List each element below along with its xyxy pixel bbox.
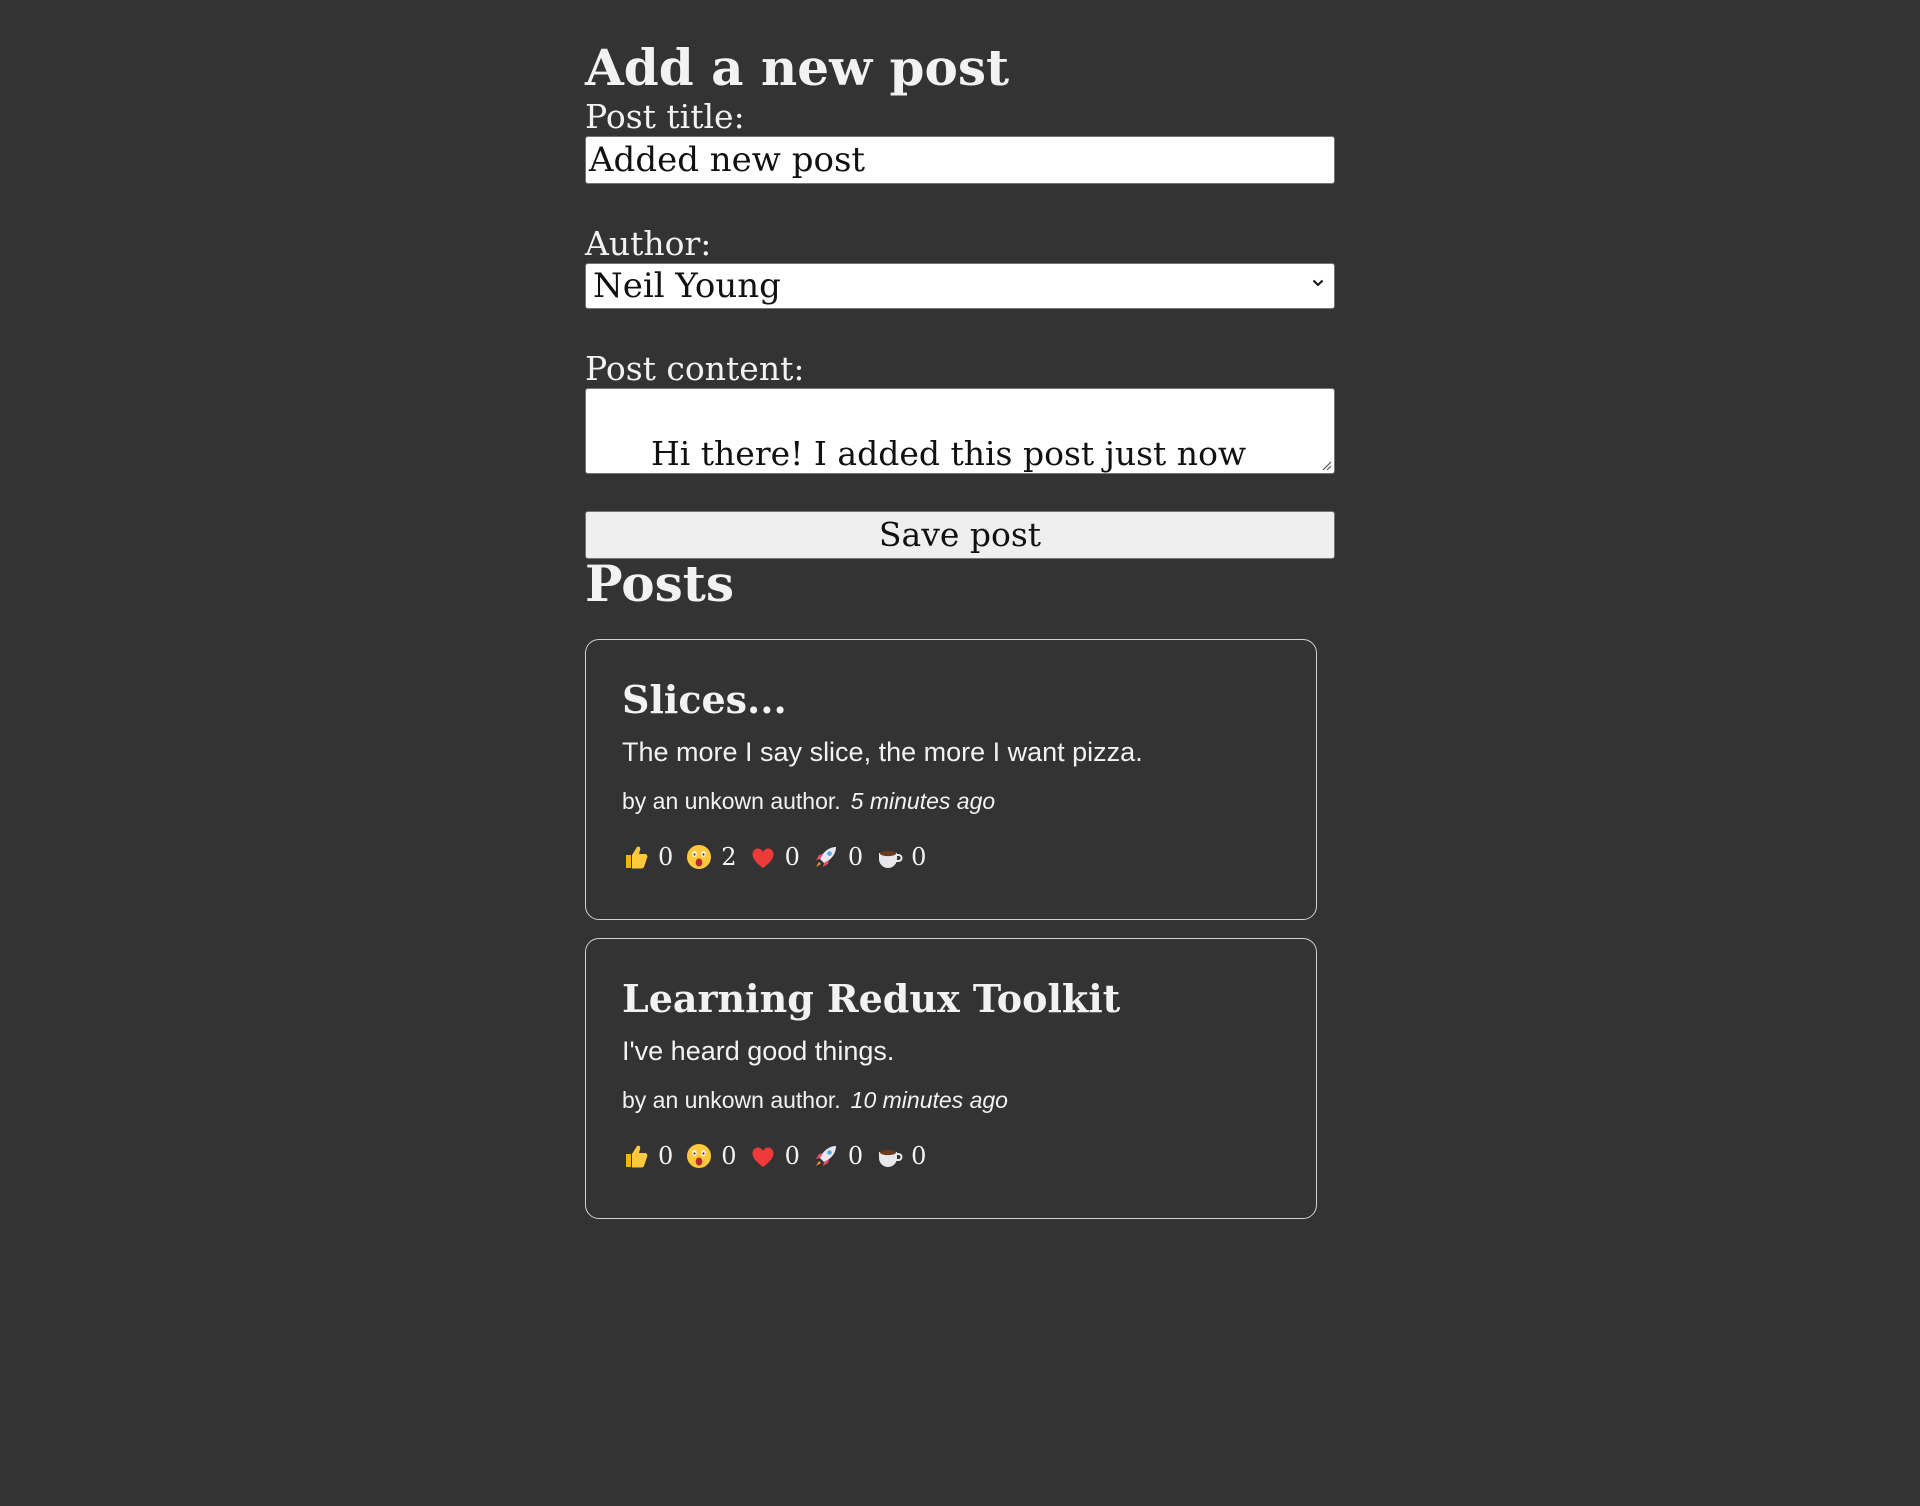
reaction-buttons: 0 2 0 0 0 xyxy=(622,841,1280,873)
reaction-coffee-button[interactable]: 0 xyxy=(875,1142,926,1170)
post-content-label: Post content: xyxy=(585,349,805,388)
resize-grip-icon[interactable] xyxy=(1320,459,1332,471)
reaction-thumbs-up-button[interactable]: 0 xyxy=(622,1142,673,1170)
reaction-count: 0 xyxy=(721,1142,737,1170)
wow-face-icon xyxy=(687,1144,712,1168)
author-label: Author: xyxy=(585,224,712,263)
add-post-form: Add a new post Post title: Added new pos… xyxy=(585,0,1335,559)
rocket-icon xyxy=(815,847,836,867)
post-meta: by an unkown author. 10 minutes ago xyxy=(622,1086,1280,1114)
post-author: by an unkown author. xyxy=(622,1087,841,1113)
post-title: Slices... xyxy=(622,677,787,722)
posts-heading: Posts xyxy=(585,554,734,613)
reaction-wow-button[interactable]: 0 xyxy=(685,1142,737,1170)
post-card: Slices... The more I say slice, the more… xyxy=(585,639,1317,920)
reaction-wow-button[interactable]: 2 xyxy=(685,843,737,871)
reaction-count: 0 xyxy=(784,1142,800,1170)
post-title-input[interactable]: Added new post xyxy=(585,136,1335,184)
post-meta: by an unkown author. 5 minutes ago xyxy=(622,787,1280,815)
main-container: Add a new post Post title: Added new pos… xyxy=(585,0,1335,1219)
author-selected-value: Neil Young xyxy=(593,266,781,306)
post-excerpt: The more I say slice, the more I want pi… xyxy=(622,737,1143,767)
reaction-count: 0 xyxy=(784,843,800,871)
reaction-rocket-button[interactable]: 0 xyxy=(812,1142,863,1170)
reaction-count: 0 xyxy=(658,1142,674,1170)
post-title-label: Post title: xyxy=(585,97,745,136)
reaction-thumbs-up-button[interactable]: 0 xyxy=(622,843,673,871)
coffee-icon xyxy=(879,850,903,868)
form-heading: Add a new post xyxy=(585,38,1010,97)
heart-icon xyxy=(752,848,774,868)
reaction-heart-button[interactable]: 0 xyxy=(749,1142,800,1170)
post-author: by an unkown author. xyxy=(622,788,841,814)
reaction-coffee-button[interactable]: 0 xyxy=(875,843,926,871)
heart-icon xyxy=(752,1147,774,1167)
reaction-rocket-button[interactable]: 0 xyxy=(812,843,863,871)
wow-face-icon xyxy=(687,845,712,869)
post-content-value: Hi there! I added this post just now usi… xyxy=(650,434,1247,473)
thumbs-up-icon xyxy=(626,1145,648,1168)
post-excerpt: I've heard good things. xyxy=(622,1036,895,1066)
reaction-count: 0 xyxy=(911,1142,927,1170)
thumbs-up-icon xyxy=(626,846,648,869)
reaction-count: 0 xyxy=(847,843,864,871)
save-post-button[interactable]: Save post xyxy=(585,511,1335,559)
rocket-icon xyxy=(815,1146,836,1166)
coffee-icon xyxy=(879,1149,903,1167)
reaction-count: 0 xyxy=(658,843,674,871)
post-content-textarea[interactable]: Hi there! I added this post just now usi… xyxy=(585,388,1335,474)
post-card: Learning Redux Toolkit I've heard good t… xyxy=(585,938,1317,1219)
reaction-count: 0 xyxy=(911,843,927,871)
post-time-ago: 10 minutes ago xyxy=(850,1087,1008,1113)
reaction-count: 2 xyxy=(721,843,737,871)
author-select[interactable]: Neil Young xyxy=(585,263,1335,309)
reaction-buttons: 0 0 0 0 0 xyxy=(622,1140,1280,1172)
post-title: Learning Redux Toolkit xyxy=(622,976,1121,1021)
chevron-down-icon xyxy=(1312,279,1324,287)
post-time-ago: 5 minutes ago xyxy=(850,788,996,814)
reaction-count: 0 xyxy=(847,1142,864,1170)
reaction-heart-button[interactable]: 0 xyxy=(749,843,800,871)
posts-section: Posts Slices... The more I say slice, th… xyxy=(585,559,1335,1219)
